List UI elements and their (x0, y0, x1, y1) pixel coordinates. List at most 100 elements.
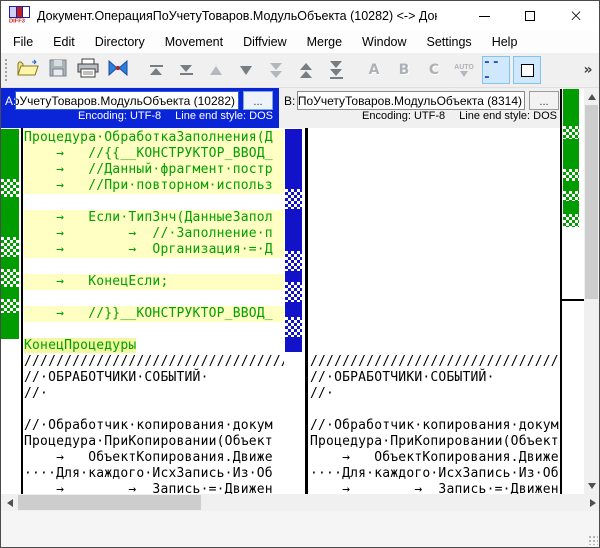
toolbar-grip[interactable] (4, 58, 9, 82)
code-line (24, 258, 284, 274)
browse-b-button[interactable]: ... (529, 91, 559, 110)
code-line: //·ОБРАБОТЧИКИ·СОБЫТИЙ· (24, 370, 284, 386)
menu-merge[interactable]: Merge (297, 32, 352, 52)
browse-a-button[interactable]: ... (243, 91, 273, 110)
status-bar (1, 511, 600, 548)
resize-grip[interactable] (588, 535, 598, 545)
select-line-c-button[interactable]: C (419, 56, 449, 84)
save-file-icon (48, 58, 68, 83)
pane-b-header: B: цияПоУчетуТоваров.МодульОбъекта (8314… (279, 88, 561, 128)
go-last-delta-icon (180, 65, 193, 75)
code-line: → ОбъектКопирования.Движе (24, 450, 284, 466)
code-line: КонецПроцедуры (24, 338, 284, 354)
diff-band-hatch (1, 299, 19, 313)
open-file-button[interactable] (13, 56, 43, 84)
pane-a-status: Encoding: UTF-8 Line end style: DOS (1, 110, 273, 126)
overview-column[interactable] (560, 89, 584, 494)
code-line (24, 402, 284, 418)
diff-band-solid (563, 201, 579, 214)
file-a-input[interactable]: яПоУчетуТоваров.МодульОбъекта (10282) (15, 91, 239, 110)
overview-view-rectangle (560, 299, 584, 301)
diff-band-hatch (563, 214, 579, 227)
diff-band-hatch (285, 282, 302, 302)
diff-band-solid (1, 287, 19, 299)
code-line (24, 322, 284, 338)
save-file-button[interactable] (43, 56, 73, 84)
open-file-icon (16, 58, 40, 83)
go-last-delta-button[interactable] (171, 56, 201, 84)
vertical-scrollbar[interactable] (584, 89, 599, 494)
scroll-up-button[interactable] (584, 89, 599, 105)
diff-band-solid (285, 337, 302, 352)
menu-help[interactable]: Help (482, 32, 528, 52)
menu-settings[interactable]: Settings (417, 32, 482, 52)
go-prev-unsolved-conflict-icon (300, 63, 312, 78)
scroll-left-button[interactable] (1, 494, 18, 511)
title-bar: DIFF3 Документ.ОперацияПоУчетуТоваров.Мо… (1, 1, 599, 31)
menu-diffview[interactable]: Diffview (233, 32, 297, 52)
code-line: //////////////////////////////////////// (310, 354, 559, 370)
print-button[interactable] (73, 56, 103, 84)
diff-band-hatch (563, 191, 579, 201)
scroll-down-button[interactable] (584, 478, 599, 494)
go-current-delta-button[interactable] (103, 56, 133, 84)
diff-band-solid (1, 257, 19, 269)
go-prev-delta-icon (210, 66, 222, 75)
horizontal-scrollbar-thumb[interactable] (18, 495, 201, 510)
select-line-b-icon: B (399, 62, 410, 78)
go-prev-delta-button[interactable] (201, 56, 231, 84)
code-line (310, 130, 559, 146)
horizontal-scrollbar[interactable] (1, 494, 600, 511)
encoding-a: Encoding: UTF-8 (78, 110, 161, 122)
pane-a-text[interactable]: Процедура·ОбработкаЗаполнения(Д → //{{__… (24, 128, 284, 494)
diff-band-solid (285, 209, 302, 251)
menu-file[interactable]: File (3, 32, 43, 52)
diff-band-solid (1, 313, 19, 339)
go-next-conflict-button[interactable] (261, 56, 291, 84)
scroll-right-button[interactable] (584, 494, 600, 511)
menu-window[interactable]: Window (352, 32, 416, 52)
go-current-delta-icon (106, 59, 130, 82)
go-next-unsolved-conflict-button[interactable] (321, 56, 351, 84)
vertical-scrollbar-thumb[interactable] (585, 105, 598, 299)
code-line: → → Запись·=·Движен (310, 482, 559, 494)
auto-advance-button[interactable]: AUTO (449, 56, 479, 84)
code-line (310, 194, 559, 210)
go-next-delta-button[interactable] (231, 56, 261, 84)
go-first-delta-button[interactable] (141, 56, 171, 84)
diff-band-solid (563, 89, 579, 126)
code-line: → Если·ТипЗнч(ДанныеЗапол (24, 210, 284, 226)
menu-movement[interactable]: Movement (155, 32, 233, 52)
code-line (310, 162, 559, 178)
show-whitespace-characters-button[interactable]: --- (482, 56, 510, 84)
go-prev-unsolved-conflict-button[interactable] (291, 56, 321, 84)
code-line: → → //·Заполнение·п (24, 226, 284, 242)
pane-b-text[interactable]: ////////////////////////////////////////… (310, 128, 559, 494)
arrow-right-icon (590, 499, 596, 507)
diff-band-solid (285, 302, 302, 317)
print-icon (76, 58, 100, 83)
show-whitespace-button[interactable] (513, 56, 541, 84)
minimize-button[interactable] (461, 1, 507, 31)
maximize-button[interactable] (507, 1, 553, 31)
close-button[interactable]: × (553, 1, 599, 31)
select-line-b-button[interactable]: B (389, 56, 419, 84)
code-line: ····Для·каждого·ИсхЗапись·Из·Об (24, 466, 284, 482)
code-line: //////////////////////////////////////// (24, 354, 284, 370)
menu-edit[interactable]: Edit (43, 32, 85, 52)
window-title: Документ.ОперацияПоУчетуТоваров.МодульОб… (37, 1, 437, 31)
select-line-a-button[interactable]: A (359, 56, 389, 84)
code-line: Процедура·ПриКопировании(Объект (310, 434, 559, 450)
file-b-input[interactable]: цияПоУчетуТоваров.МодульОбъекта (8314) (297, 91, 525, 110)
line-end-a: Line end style: DOS (175, 110, 273, 122)
toolbar-overflow-button[interactable]: » (579, 56, 597, 84)
code-line (310, 242, 559, 258)
arrow-down-icon (588, 483, 596, 489)
diff-band-hatch (285, 189, 302, 209)
diff-band-hatch (1, 237, 19, 257)
arrow-left-icon (7, 499, 13, 507)
diff-band-solid (1, 197, 19, 237)
code-line (310, 178, 559, 194)
menu-directory[interactable]: Directory (85, 32, 155, 52)
code-line: //·ОБРАБОТЧИКИ·СОБЫТИЙ· (310, 370, 559, 386)
